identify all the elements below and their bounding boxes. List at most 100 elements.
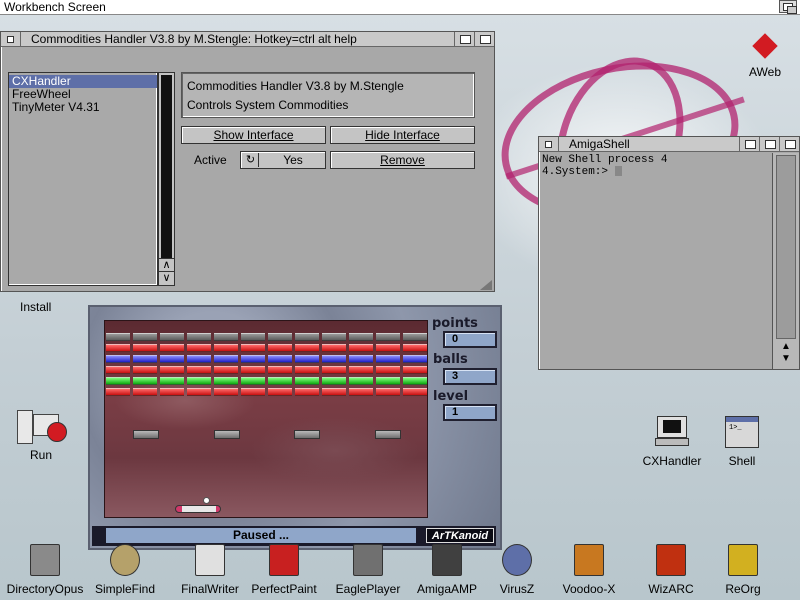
zoom-icon[interactable] bbox=[454, 32, 474, 46]
brick bbox=[106, 366, 130, 374]
brick bbox=[376, 366, 400, 374]
balls-label: balls bbox=[433, 352, 468, 367]
game-playfield[interactable] bbox=[104, 320, 428, 518]
commodity-list[interactable]: CXHandler FreeWheel TinyMeter V4.31 bbox=[8, 72, 158, 286]
list-scrollbar[interactable]: ∧ ∨ bbox=[158, 72, 175, 286]
dock-icon-reorg[interactable]: ReOrg bbox=[712, 540, 774, 596]
dock-icon-wizarc[interactable]: WizARC bbox=[638, 540, 704, 596]
brick bbox=[295, 388, 319, 396]
shell-icon[interactable]: 1>_ Shell bbox=[716, 416, 768, 468]
remove-button[interactable]: Remove bbox=[330, 151, 475, 169]
screen-title-bar[interactable]: Workbench Screen bbox=[0, 0, 800, 15]
brick bbox=[376, 333, 400, 341]
scroll-down-icon[interactable]: ∨ bbox=[159, 271, 174, 284]
shell-title: AmigaShell bbox=[569, 137, 630, 151]
active-value: Yes bbox=[283, 153, 303, 167]
finalwriter-icon bbox=[195, 544, 225, 576]
depth-icon[interactable] bbox=[474, 32, 494, 46]
eagleplayer-icon bbox=[353, 544, 383, 576]
brick bbox=[106, 333, 130, 341]
brick bbox=[133, 377, 157, 385]
brick bbox=[349, 344, 373, 352]
commodities-window: Commodities Handler V3.8 by M.Stengle: H… bbox=[0, 31, 495, 292]
cxhandler-label: CXHandler bbox=[642, 454, 702, 468]
commodity-info-box: Commodities Handler V3.8 by M.Stengle Co… bbox=[181, 72, 475, 118]
brick bbox=[376, 355, 400, 363]
resize-icon[interactable] bbox=[480, 279, 492, 290]
indestructible-block bbox=[133, 430, 159, 439]
brick bbox=[187, 333, 211, 341]
list-item[interactable]: TinyMeter V4.31 bbox=[9, 101, 157, 114]
run-label: Run bbox=[29, 448, 52, 462]
shell-prompt-line[interactable]: 4.System:> bbox=[542, 166, 772, 178]
level-value: 1 bbox=[443, 404, 497, 421]
voodoo-x-icon bbox=[574, 544, 604, 576]
scroll-up-icon[interactable]: ∧ bbox=[159, 258, 174, 271]
list-scroll-knob[interactable] bbox=[161, 75, 172, 258]
aweb-icon[interactable]: AWeb bbox=[740, 33, 790, 79]
brick bbox=[214, 388, 238, 396]
commodities-titlebar[interactable]: Commodities Handler V3.8 by M.Stengle: H… bbox=[1, 32, 494, 47]
perfectpaint-icon bbox=[269, 544, 299, 576]
close-icon[interactable] bbox=[1, 32, 21, 46]
brick bbox=[241, 366, 265, 374]
brick bbox=[133, 355, 157, 363]
dock-icon-perfectpaint[interactable]: PerfectPaint bbox=[246, 540, 322, 596]
brick bbox=[133, 344, 157, 352]
brick bbox=[349, 333, 373, 341]
info-title: Commodities Handler V3.8 by M.Stengle bbox=[187, 79, 404, 93]
brick bbox=[133, 366, 157, 374]
screen-title: Workbench Screen bbox=[4, 0, 106, 14]
shell-scroll-knob[interactable] bbox=[776, 155, 796, 339]
dock-icon-amigaamp[interactable]: AmigaAMP bbox=[410, 540, 484, 596]
shell-console[interactable]: New Shell process 4 4.System:> bbox=[542, 154, 772, 178]
brick bbox=[133, 333, 157, 341]
dock-icon-eagleplayer[interactable]: EaglePlayer bbox=[330, 540, 406, 596]
dock-icon-finalwriter[interactable]: FinalWriter bbox=[172, 540, 248, 596]
show-interface-button[interactable]: Show Interface bbox=[181, 126, 326, 144]
install-icon-label[interactable]: Install bbox=[20, 300, 51, 314]
dock-icon-simplefind[interactable]: SimpleFind bbox=[90, 540, 160, 596]
shell-depth-icon[interactable] bbox=[779, 137, 799, 151]
shell-titlebar[interactable]: AmigaShell bbox=[539, 137, 799, 152]
screen-depth-icon[interactable] bbox=[779, 0, 797, 14]
cxhandler-icon-graphic bbox=[655, 416, 689, 448]
hide-interface-button[interactable]: Hide Interface bbox=[330, 126, 475, 144]
brick bbox=[268, 333, 292, 341]
brick bbox=[403, 388, 427, 396]
dock-icon-virusz[interactable]: VirusZ bbox=[492, 540, 542, 596]
dock-icon-directoryopus[interactable]: DirectoryOpus bbox=[0, 540, 90, 596]
brick bbox=[322, 344, 346, 352]
brick bbox=[403, 355, 427, 363]
brick bbox=[187, 388, 211, 396]
brick bbox=[322, 377, 346, 385]
shell-zoom-icon[interactable] bbox=[759, 137, 779, 151]
brick bbox=[241, 388, 265, 396]
shell-iconify-icon[interactable] bbox=[739, 137, 759, 151]
shell-scroll-up-icon[interactable]: ▲ bbox=[773, 341, 799, 353]
level-label: level bbox=[433, 389, 469, 404]
brick bbox=[268, 388, 292, 396]
dock-label: EaglePlayer bbox=[335, 582, 401, 596]
brick bbox=[214, 377, 238, 385]
brick bbox=[295, 333, 319, 341]
shell-close-icon[interactable] bbox=[539, 137, 559, 151]
shell-scrollbar[interactable]: ▲ ▼ bbox=[772, 153, 799, 369]
run-icon[interactable]: Run bbox=[8, 408, 74, 462]
directoryopus-icon bbox=[30, 544, 60, 576]
virusz-icon bbox=[502, 544, 532, 576]
brick bbox=[376, 377, 400, 385]
active-cycle-gadget[interactable]: ↻ Yes bbox=[240, 151, 326, 169]
dock-icon-voodoo-x[interactable]: Voodoo-X bbox=[552, 540, 626, 596]
paddle[interactable] bbox=[175, 505, 221, 513]
cxhandler-icon[interactable]: CXHandler bbox=[638, 416, 706, 468]
shell-scroll-down-icon[interactable]: ▼ bbox=[773, 353, 799, 365]
brick bbox=[106, 388, 130, 396]
indestructible-block bbox=[375, 430, 401, 439]
brick bbox=[322, 366, 346, 374]
brick bbox=[187, 366, 211, 374]
icon-dock: DirectoryOpus SimpleFind FinalWriter Perfec… bbox=[0, 540, 800, 600]
points-label: points bbox=[432, 316, 478, 331]
commodity-list-items: CXHandler FreeWheel TinyMeter V4.31 bbox=[9, 73, 157, 114]
shell-output-line: New Shell process 4 bbox=[542, 154, 668, 166]
